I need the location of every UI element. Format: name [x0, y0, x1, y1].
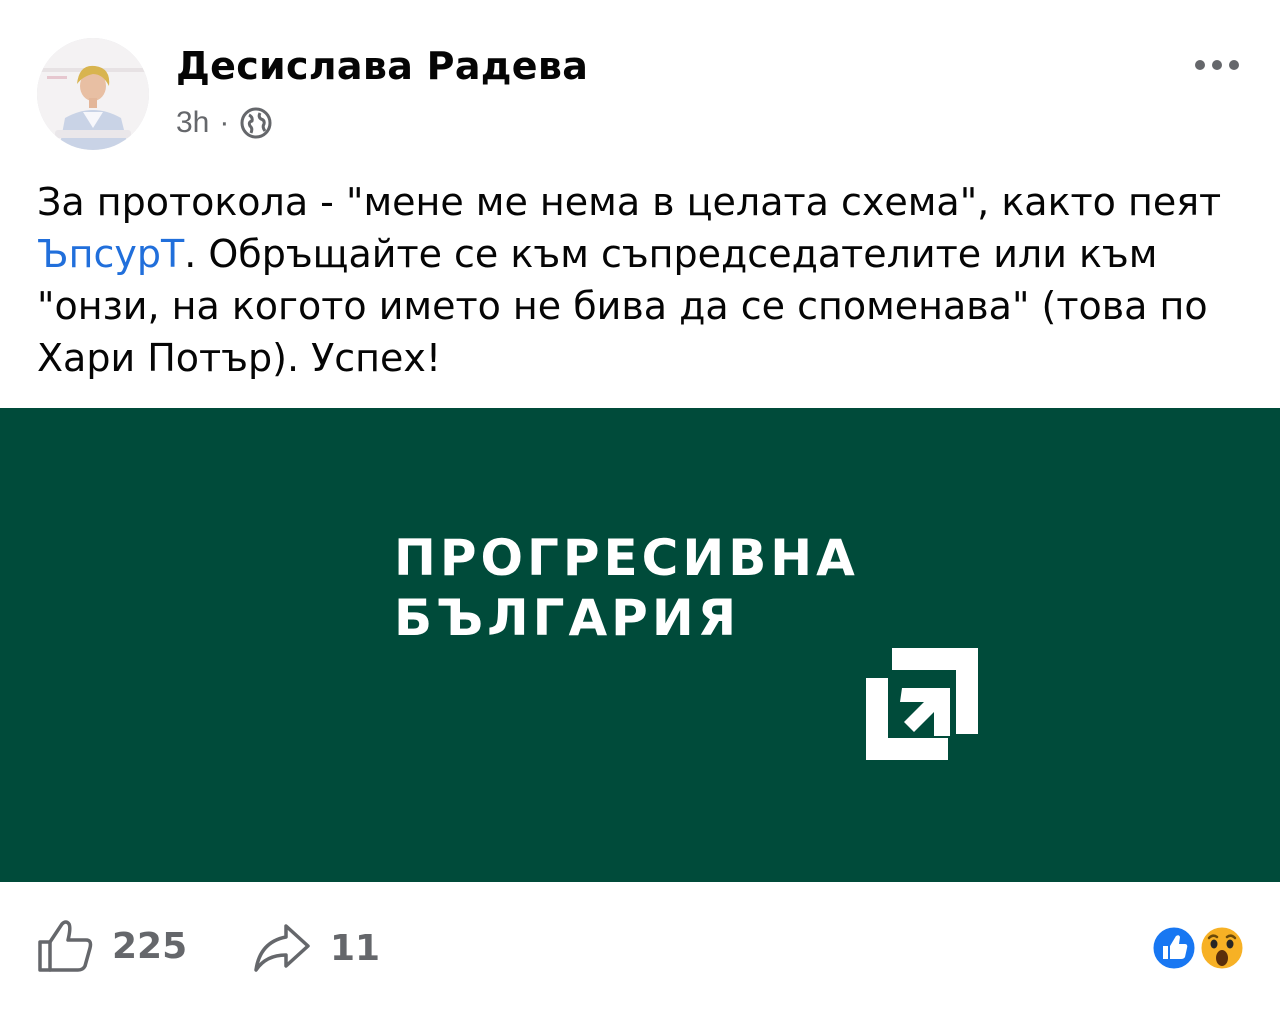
- post-footer: 225 11: [0, 882, 1280, 1010]
- globe-icon[interactable]: [239, 106, 273, 140]
- post-timestamp[interactable]: 3h: [176, 106, 209, 140]
- shares-count: 11: [330, 927, 381, 969]
- thumbs-up-icon: [38, 920, 93, 972]
- share-arrow-icon: [254, 924, 310, 972]
- brand-logo-icon: [866, 648, 978, 760]
- post-text: За протокола - "мене ме нема в целата сх…: [37, 176, 1247, 384]
- post-image[interactable]: ПРОГРЕСИВНА БЪЛГАРИЯ: [0, 408, 1280, 882]
- post-header: Десислава Радева 3h ·: [0, 0, 1280, 160]
- brand-line1: ПРОГРЕСИВНА: [394, 529, 859, 587]
- author-avatar[interactable]: [37, 38, 149, 150]
- reactions-summary[interactable]: [1150, 920, 1250, 976]
- post-meta: 3h ·: [176, 103, 273, 143]
- brand-line2: БЪЛГАРИЯ: [394, 589, 741, 647]
- author-name[interactable]: Десислава Радева: [176, 44, 588, 88]
- wow-reaction-icon: [1198, 924, 1246, 972]
- avatar-photo: [37, 38, 149, 150]
- mention-link[interactable]: ЪпсурТ: [37, 232, 184, 276]
- post-text-part1: За протокола - "мене ме нема в целата сх…: [37, 180, 1222, 224]
- likes-count: 225: [112, 925, 188, 967]
- share-button[interactable]: 11: [252, 920, 380, 976]
- like-reaction-icon: [1150, 924, 1198, 972]
- meta-separator: ·: [219, 106, 230, 139]
- post-text-part2: . Обръщайте се към съпредседателите или …: [37, 232, 1208, 380]
- more-dots-icon[interactable]: [1192, 52, 1242, 78]
- like-button[interactable]: 225: [36, 918, 187, 974]
